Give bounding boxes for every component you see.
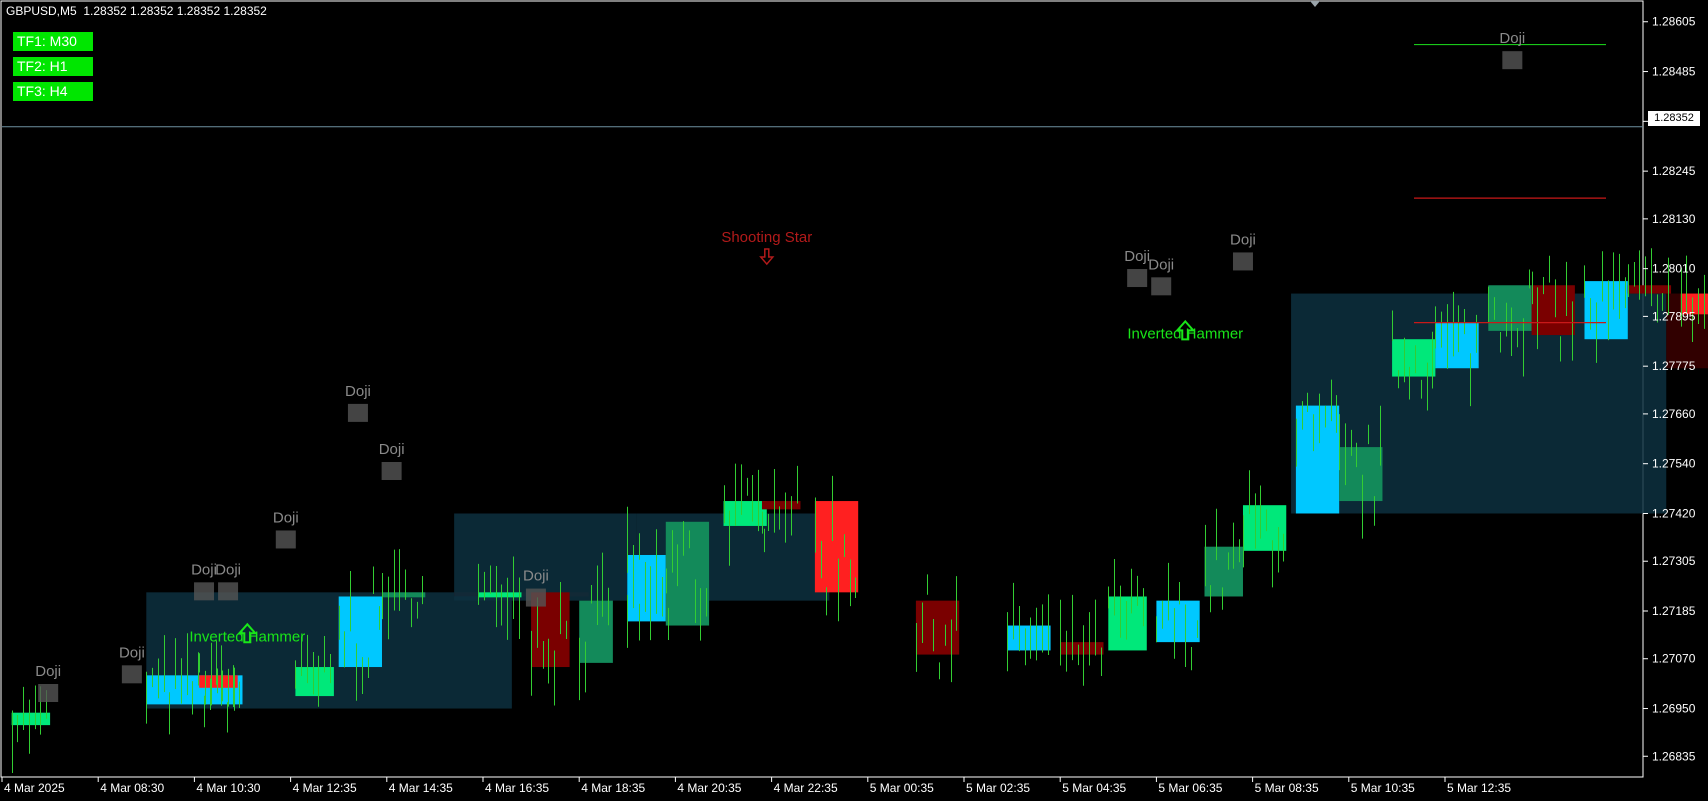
y-tick-label: 1.26835	[1652, 749, 1696, 763]
doji-marker	[1502, 51, 1523, 70]
htf-box	[454, 513, 637, 601]
x-tick-label: 4 Mar 10:30	[196, 781, 260, 795]
y-tick-label: 1.27775	[1652, 359, 1696, 373]
doji-marker	[121, 665, 142, 684]
x-tick-label: 5 Mar 10:35	[1351, 781, 1415, 795]
x-tick-label: 4 Mar 16:35	[485, 781, 549, 795]
doji-marker	[194, 582, 215, 601]
pattern-label-inverted-hammer: Inverted Hammer	[1127, 325, 1243, 342]
y-tick-label: 1.27185	[1652, 604, 1696, 618]
y-tick-label: 1.27540	[1652, 457, 1696, 471]
pattern-label-doji: Doji	[119, 644, 145, 661]
pattern-label-doji: Doji	[215, 561, 241, 578]
pattern-label-inverted-hammer: Inverted Hammer	[189, 628, 305, 645]
doji-marker	[1232, 252, 1253, 271]
y-tick-label: 1.28605	[1652, 15, 1696, 29]
y-tick-label: 1.27070	[1652, 652, 1696, 666]
x-tick-label: 5 Mar 04:35	[1062, 781, 1126, 795]
htf-candle-body	[1531, 285, 1575, 336]
x-tick-label: 5 Mar 02:35	[966, 781, 1030, 795]
current-price-label: 1.28352	[1648, 111, 1700, 126]
doji-marker	[1151, 277, 1172, 296]
x-tick-label: 4 Mar 22:35	[774, 781, 838, 795]
tf-badge-h1[interactable]: TF2: H1	[13, 57, 93, 76]
y-tick-label: 1.27305	[1652, 554, 1696, 568]
y-tick-label: 1.27420	[1652, 506, 1696, 520]
pattern-label-doji: Doji	[523, 568, 549, 585]
y-tick-label: 1.26950	[1652, 702, 1696, 716]
pattern-label-doji: Doji	[345, 383, 371, 400]
down-arrow-icon	[759, 248, 775, 266]
x-tick-label: 5 Mar 12:35	[1447, 781, 1511, 795]
pattern-label-doji: Doji	[35, 663, 61, 680]
pattern-label-doji: Doji	[1230, 231, 1256, 248]
pattern-label-doji: Doji	[273, 509, 299, 526]
x-tick-label: 4 Mar 18:35	[581, 781, 645, 795]
tf-badge-h4[interactable]: TF3: H4	[13, 82, 93, 101]
y-tick-label: 1.28485	[1652, 65, 1696, 79]
x-tick-label: 4 Mar 08:30	[100, 781, 164, 795]
price-chart[interactable]: DojiDojiDojiDojiDojiDojiDojiDojiDojiDoji…	[0, 0, 1708, 801]
htf-candle-body	[199, 675, 238, 688]
doji-marker	[381, 461, 402, 480]
symbol-title: GBPUSD,M5 1.28352 1.28352 1.28352 1.2835…	[6, 4, 267, 18]
pattern-label-doji: Doji	[1148, 256, 1174, 273]
x-tick-label: 4 Mar 12:35	[293, 781, 357, 795]
pattern-label-shooting-star: Shooting Star	[721, 229, 812, 246]
y-tick-label: 1.28130	[1652, 212, 1696, 226]
y-tick-label: 1.27895	[1652, 309, 1696, 323]
x-tick-label: 4 Mar 2025	[4, 781, 65, 795]
doji-marker	[1127, 269, 1148, 288]
scroll-marker-icon	[1310, 1, 1320, 7]
pattern-label-doji: Doji	[191, 561, 217, 578]
htf-candle-body	[761, 501, 801, 510]
htf-candle-body	[338, 596, 382, 668]
doji-marker	[218, 582, 239, 601]
pattern-label-doji: Doji	[1499, 30, 1525, 47]
pattern-label-doji: Doji	[1124, 248, 1150, 265]
doji-marker	[38, 684, 59, 703]
x-tick-label: 4 Mar 14:35	[389, 781, 453, 795]
pattern-label-doji: Doji	[379, 441, 405, 458]
x-tick-label: 5 Mar 08:35	[1255, 781, 1319, 795]
doji-marker	[347, 403, 368, 422]
x-tick-label: 4 Mar 20:35	[677, 781, 741, 795]
y-tick-label: 1.28010	[1652, 262, 1696, 276]
y-tick-label: 1.27660	[1652, 407, 1696, 421]
htf-candle-body	[579, 600, 613, 663]
doji-marker	[275, 530, 296, 549]
x-tick-label: 5 Mar 06:35	[1158, 781, 1222, 795]
x-tick-label: 5 Mar 00:35	[870, 781, 934, 795]
tf-badge-m30[interactable]: TF1: M30	[13, 32, 93, 51]
doji-marker	[525, 588, 546, 607]
y-tick-label: 1.28245	[1652, 164, 1696, 178]
